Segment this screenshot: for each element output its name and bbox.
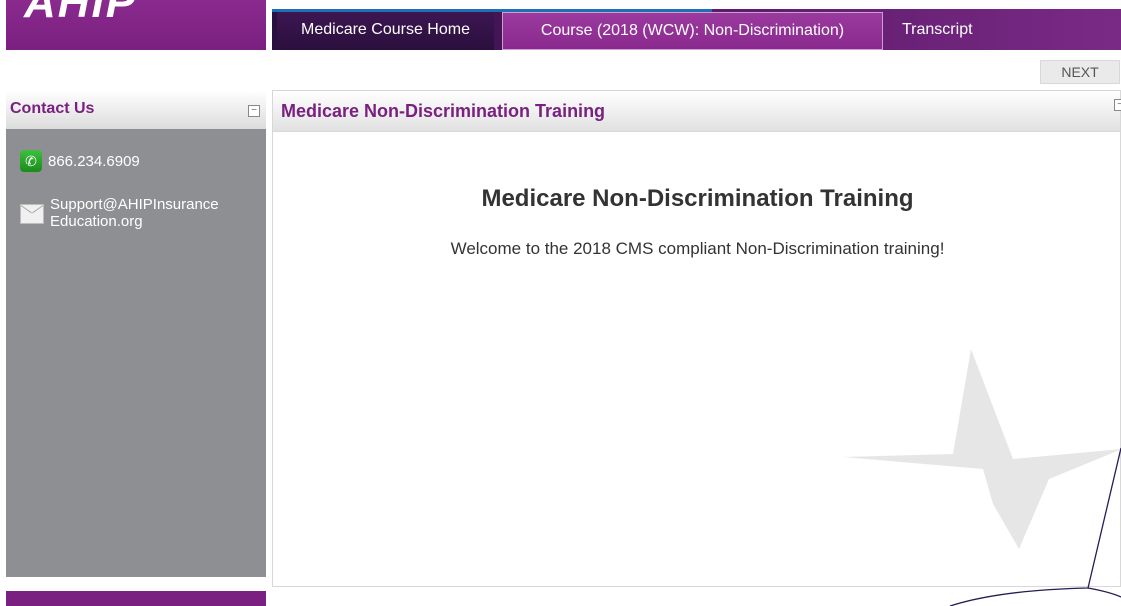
email-link[interactable]: Support@AHIPInsurance Education.org — [50, 196, 250, 230]
tab-transcript[interactable]: Transcript — [902, 12, 982, 50]
phone-icon: ✆ — [20, 150, 42, 172]
logo-banner: AHIP — [6, 0, 266, 50]
contact-sidebar: Contact Us − ✆ 866.234.6909 Support@AHIP… — [6, 90, 266, 577]
sidebar-title: Contact Us — [10, 100, 95, 117]
next-button[interactable]: NEXT — [1040, 60, 1120, 84]
star-watermark-icon — [843, 349, 1121, 549]
sidebar-footer-bar — [6, 591, 266, 606]
panel-title: Medicare Non-Discrimination Training — [281, 101, 606, 121]
sidebar-header: Contact Us − — [6, 90, 266, 129]
tab-course-non-discrimination[interactable]: Course (2018 (WCW): Non-Discrimination) — [502, 12, 883, 50]
email-line-2: Education.org — [50, 213, 143, 230]
email-contact: Support@AHIPInsurance Education.org — [20, 196, 250, 230]
mail-icon — [20, 204, 44, 224]
email-line-1: Support@AHIPInsurance — [50, 196, 219, 213]
collapse-icon[interactable]: − — [248, 105, 260, 117]
welcome-message: Welcome to the 2018 CMS compliant Non-Di… — [450, 239, 945, 258]
course-title: Medicare Non-Discrimination Training — [481, 185, 914, 212]
collapse-icon[interactable]: − — [1114, 99, 1121, 111]
main-content-panel: Medicare Non-Discrimination Training − M… — [272, 90, 1121, 587]
ahip-logo: AHIP — [24, 0, 138, 27]
tab-medicare-course-home[interactable]: Medicare Course Home — [277, 12, 494, 50]
phone-number[interactable]: 866.234.6909 — [48, 153, 140, 170]
main-panel-header: Medicare Non-Discrimination Training − — [273, 91, 1121, 132]
phone-contact: ✆ 866.234.6909 — [20, 150, 140, 172]
